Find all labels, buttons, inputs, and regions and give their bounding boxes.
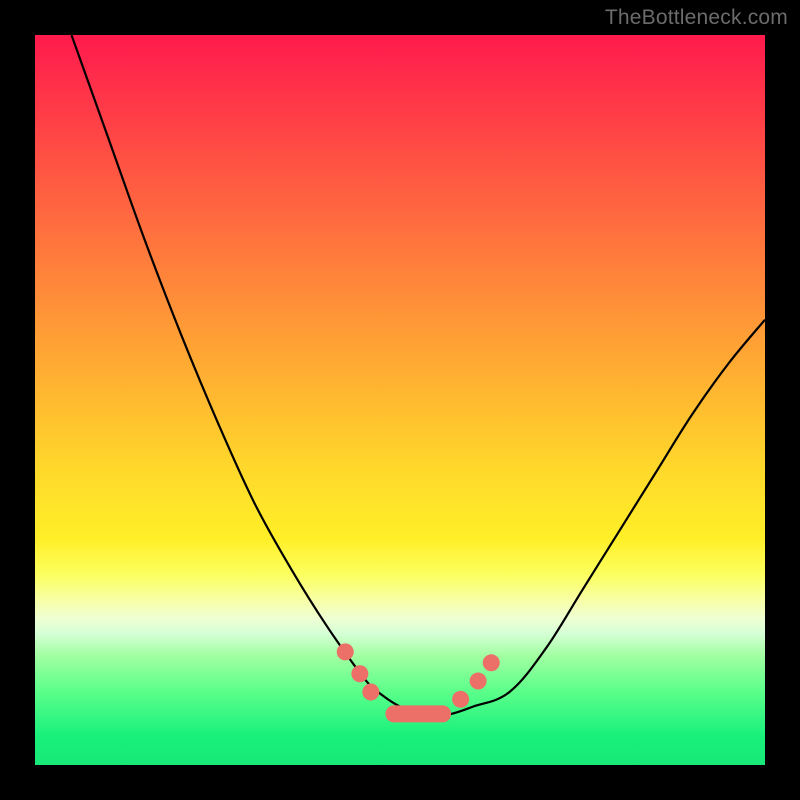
curve-marker (483, 654, 500, 671)
curve-marker (470, 673, 487, 690)
curve-svg (35, 35, 765, 765)
trough-pill (385, 705, 451, 722)
chart-frame: TheBottleneck.com (0, 0, 800, 800)
watermark-text: TheBottleneck.com (605, 6, 788, 30)
curve-marker (452, 691, 469, 708)
marker-group (337, 643, 500, 722)
plot-area (35, 35, 765, 765)
bottleneck-curve (72, 35, 766, 714)
curve-marker (362, 684, 379, 701)
curve-marker (351, 665, 368, 682)
curve-marker (337, 643, 354, 660)
